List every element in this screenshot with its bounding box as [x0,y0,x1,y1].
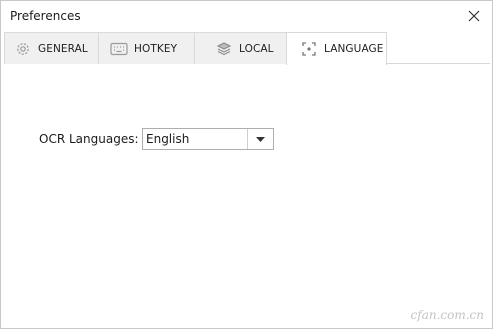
language-panel: OCR Languages: English cfan.com.cn [1,65,492,328]
watermark: cfan.com.cn [410,308,484,322]
tab-language[interactable]: LANGUAGE [286,32,387,65]
layers-icon [215,40,233,58]
close-icon [468,10,480,22]
ocr-language-value: English [146,132,190,146]
preferences-window: Preferences GENERAL HOTKEY LOCAL LANGUAG… [0,0,493,329]
tab-language-label: LANGUAGE [324,43,384,55]
window-title: Preferences [10,9,81,23]
tab-general[interactable]: GENERAL [4,32,99,64]
tab-general-label: GENERAL [38,42,88,55]
close-button[interactable] [462,5,486,27]
tab-local[interactable]: LOCAL [194,32,287,64]
tab-hotkey-label: HOTKEY [134,42,178,55]
tab-hotkey[interactable]: HOTKEY [98,32,195,64]
tab-strip: GENERAL HOTKEY LOCAL LANGUAGE [4,32,490,65]
tab-local-label: LOCAL [239,42,274,55]
keyboard-icon [110,40,128,58]
gear-icon [14,40,32,58]
ocr-language-select[interactable]: English [142,128,274,150]
chevron-down-icon [256,136,265,142]
ocr-languages-label: OCR Languages: [39,132,139,146]
dropdown-button[interactable] [247,129,273,149]
scan-frame-icon [300,40,318,58]
title-bar: Preferences [1,1,492,32]
